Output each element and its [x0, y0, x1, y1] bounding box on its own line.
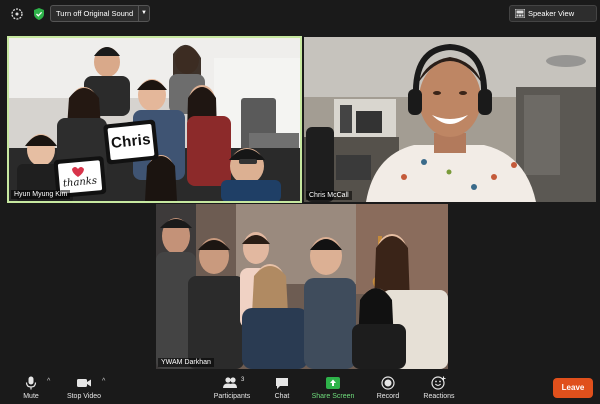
video-options-chevron-icon[interactable]: ^ [102, 378, 105, 385]
original-sound-label: Turn off Original Sound [56, 9, 134, 18]
video-tile-ywam-darkhan[interactable]: YWAM Darkhan [156, 204, 448, 369]
top-bar: Turn off Original Sound ▼ Speaker View [0, 0, 600, 28]
stop-video-button[interactable]: Stop Video [62, 376, 106, 402]
participants-icon [223, 377, 237, 388]
record-icon [381, 376, 395, 390]
mute-label: Mute [23, 393, 39, 400]
video-tile-hyun-myung-kim[interactable]: Chris thanks Hyun Myung Kim [7, 36, 302, 203]
reactions-icon [431, 376, 446, 390]
share-screen-button[interactable]: Share Screen [308, 376, 358, 402]
turn-off-original-sound-button[interactable]: Turn off Original Sound ▼ [50, 5, 150, 22]
video-feed-group [156, 204, 448, 369]
video-tile-chris-mccall[interactable]: Chris McCall [304, 37, 596, 202]
encryption-shield-icon[interactable] [32, 7, 46, 21]
participants-count: 3 [241, 377, 245, 383]
share-screen-label: Share Screen [311, 393, 355, 400]
record-button[interactable]: Record [372, 376, 404, 402]
video-feed-speaker [304, 37, 596, 202]
connection-info-icon[interactable] [10, 7, 24, 21]
mute-button[interactable]: Mute [16, 376, 46, 402]
chat-label: Chat [274, 393, 290, 400]
share-screen-icon [326, 377, 340, 389]
view-grid-icon [515, 9, 525, 18]
participant-name-label: Hyun Myung Kim [11, 190, 71, 199]
record-label: Record [376, 393, 400, 400]
audio-options-chevron-icon[interactable]: ^ [47, 378, 50, 385]
reactions-button[interactable]: Reactions [419, 376, 459, 402]
participants-label: Participants [213, 393, 251, 400]
participant-name-label: Chris McCall [306, 191, 352, 200]
stop-video-label: Stop Video [66, 393, 102, 400]
video-feed-group-photo [9, 38, 300, 201]
speaker-view-button[interactable]: Speaker View [509, 5, 597, 22]
chat-icon [276, 378, 288, 389]
reactions-label: Reactions [423, 393, 455, 400]
view-label: Speaker View [528, 9, 575, 18]
participant-name-label: YWAM Darkhan [158, 358, 214, 367]
chat-button[interactable]: Chat [268, 376, 296, 402]
microphone-icon [25, 376, 37, 390]
meeting-toolbar: Mute ^ Stop Video ^ Participants 3 Chat … [0, 372, 600, 404]
leave-button[interactable]: Leave [553, 378, 593, 398]
video-camera-icon [77, 379, 91, 387]
participants-button[interactable]: Participants [207, 376, 257, 402]
chevron-down-icon[interactable]: ▼ [141, 6, 147, 21]
